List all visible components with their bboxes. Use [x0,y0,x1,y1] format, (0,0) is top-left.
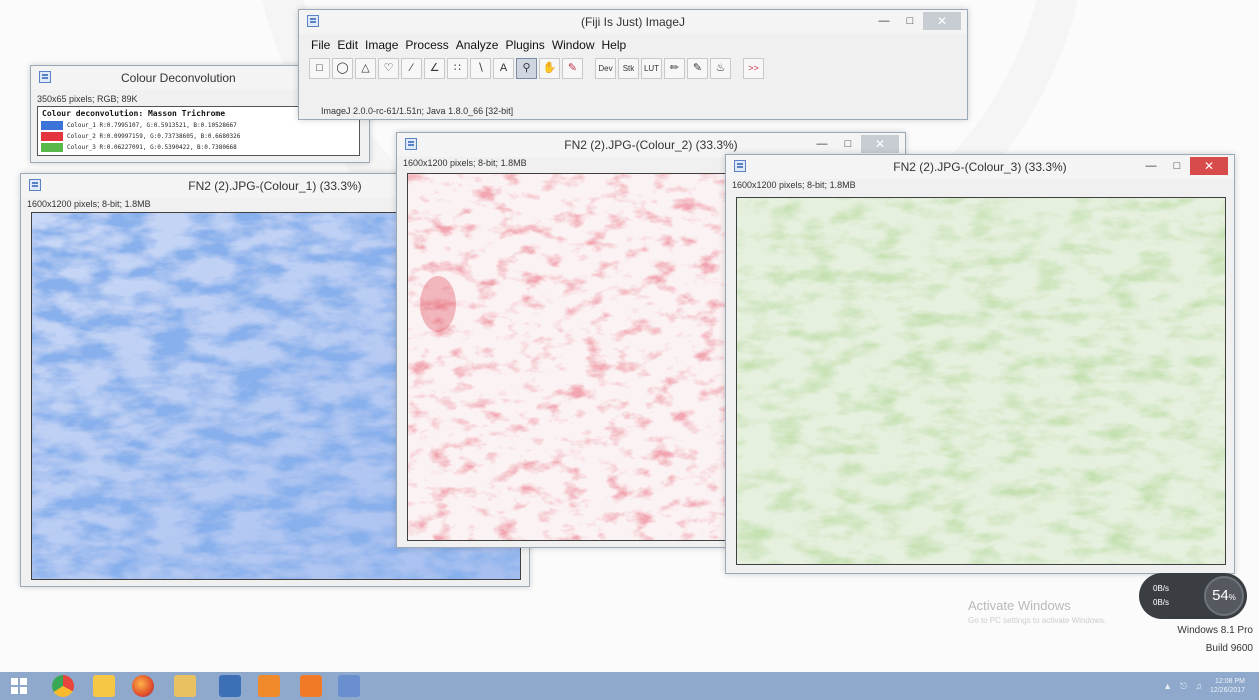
wand-tool-icon[interactable]: ∖ [470,58,491,79]
menu-analyze[interactable]: Analyze [456,38,499,52]
maximize-button[interactable]: □ [835,135,861,153]
colour3-image-canvas[interactable] [736,197,1226,565]
color-picker-tool-icon[interactable]: ✎ [562,58,583,79]
deconvolution-row-label: Colour_1 R:0.7995107, G:0.5913521, B:0.1… [67,122,237,129]
upload-rate: 0B/s [1153,584,1170,593]
oval-tool-icon[interactable]: ◯ [332,58,353,79]
system-tray: ▲ ⎋ ♫ 12:08 PM 12/26/2017 [1163,677,1245,695]
freehand-tool-icon[interactable]: ♡ [378,58,399,79]
fiji-main-window[interactable]: (Fiji Is Just) ImageJ — □ ✕ File Edit Im… [298,9,968,120]
colour3-titlebar[interactable]: FN2 (2).JPG-(Colour_3) (33.3%) — □ ✕ [726,155,1234,179]
minimize-button[interactable]: — [871,12,897,30]
fiji-window-controls: — □ ✕ [871,12,961,30]
menu-image[interactable]: Image [365,38,398,52]
colour1-image-info: 1600x1200 pixels; 8-bit; 1.8MB [27,199,151,209]
more-tools-icon[interactable]: >> [743,58,764,79]
colour3-window-controls: — □ ✕ [1138,157,1228,175]
menu-window[interactable]: Window [552,38,595,52]
deconvolution-heading: Colour deconvolution: Masson Trichrome [42,109,226,118]
taskbar: ▲ ⎋ ♫ 12:08 PM 12/26/2017 [0,672,1259,700]
activate-windows-title: Activate Windows [968,598,1071,613]
polygon-tool-icon[interactable]: △ [355,58,376,79]
menu-edit[interactable]: Edit [337,38,358,52]
clock[interactable]: 12:08 PM 12/26/2017 [1210,677,1245,695]
windows-logo [11,678,27,694]
chrome-icon[interactable] [52,675,74,697]
minimize-button[interactable]: — [1138,157,1164,175]
deconvolution-image-info: 350x65 pixels; RGB; 89K [37,94,138,104]
volume-icon[interactable]: ♫ [1195,681,1202,691]
colour3-image-info: 1600x1200 pixels; 8-bit; 1.8MB [732,180,856,190]
image-viewer-icon[interactable] [219,675,241,697]
fiji-menubar: File Edit Image Process Analyze Plugins … [311,38,626,52]
deconvolution-row: Colour_2 R:0.09997159, G:0.73738605, B:0… [41,132,240,141]
imagej-window-icon [39,71,51,83]
fiji-titlebar[interactable]: (Fiji Is Just) ImageJ — □ ✕ [299,10,967,34]
deconvolution-title: Colour Deconvolution [121,71,236,85]
menu-plugins[interactable]: Plugins [505,38,544,52]
close-button[interactable]: ✕ [1190,157,1228,175]
media-player-icon[interactable] [258,675,280,697]
colour1-swatch [41,121,63,130]
colour2-swatch [41,132,63,141]
angle-tool-icon[interactable]: ∠ [424,58,445,79]
stk-tool-icon[interactable]: Stk [618,58,639,79]
usage-unit: % [1228,593,1236,602]
lut-tool-icon[interactable]: LUT [641,58,662,79]
activate-windows-subtitle: Go to PC settings to activate Windows. [968,616,1107,625]
firefox-icon[interactable] [132,675,154,697]
fiji-taskbar-icon[interactable] [338,675,360,697]
fiji-status-bar: ImageJ 2.0.0-rc-61/1.51n; Java 1.8.0_66 … [321,106,514,116]
menu-process[interactable]: Process [405,38,448,52]
os-name: Windows 8.1 Pro [1177,625,1253,636]
windows-start-icon[interactable] [8,675,30,697]
deconvolution-row-label: Colour_3 R:0.06227091, G:0.5390422, B:0.… [67,144,237,151]
maximize-button[interactable]: □ [1164,157,1190,175]
file-explorer-icon[interactable] [93,675,115,697]
maximize-button[interactable]: □ [897,12,923,30]
deconvolution-row: Colour_1 R:0.7995107, G:0.5913521, B:0.1… [41,121,237,130]
deconvolution-row-label: Colour_2 R:0.09997159, G:0.73738605, B:0… [67,133,241,140]
colour3-image [737,198,1225,564]
dev-tool-icon[interactable]: Dev [595,58,616,79]
download-rate: 0B/s [1153,598,1170,607]
usage-gauge: 54% [1204,576,1244,616]
point-tool-icon[interactable]: ∷ [447,58,468,79]
magnifier-tool-icon[interactable]: ⚲ [516,58,537,79]
flood-fill-tool-icon[interactable]: ♨ [710,58,731,79]
desktop: FN2 (2).JPG-(Colour_1) (33.3%) 1600x1200… [0,0,1259,672]
close-button[interactable]: ✕ [861,135,899,153]
colour3-swatch [41,143,63,152]
colour3-window[interactable]: FN2 (2).JPG-(Colour_3) (33.3%) — □ ✕ 160… [725,154,1235,574]
os-build: Build 9600 [1205,643,1253,654]
colour2-window-controls: — □ ✕ [809,135,899,153]
fiji-toolbar: □ ◯ △ ♡ ∕ ∠ ∷ ∖ A ⚲ ✋ ✎ Dev Stk LUT ✏ ✎ … [309,58,764,79]
text-tool-icon[interactable]: A [493,58,514,79]
tray-arrow-icon[interactable]: ▲ [1163,681,1172,691]
os-version: Windows 8.1 Pro Build 9600 [1177,622,1253,658]
menu-help[interactable]: Help [602,38,627,52]
close-button[interactable]: ✕ [923,12,961,30]
brush-tool-icon[interactable]: ✏ [664,58,685,79]
rectangle-tool-icon[interactable]: □ [309,58,330,79]
network-icon[interactable]: ⎋ [1180,681,1187,692]
usage-value: 54 [1212,587,1229,604]
deconvolution-row: Colour_3 R:0.06227091, G:0.5390422, B:0.… [41,143,237,152]
pencil-tool-icon[interactable]: ✎ [687,58,708,79]
fiji-title: (Fiji Is Just) ImageJ [580,15,685,29]
hand-tool-icon[interactable]: ✋ [539,58,560,79]
notes-app-icon[interactable] [300,675,322,697]
folder-icon[interactable] [174,675,196,697]
network-meter-widget[interactable]: 0B/s 0B/s 54% [1139,573,1247,619]
line-tool-icon[interactable]: ∕ [401,58,422,79]
clock-time: 12:08 PM [1215,678,1245,685]
clock-date: 12/26/2017 [1209,687,1245,694]
minimize-button[interactable]: — [809,135,835,153]
colour2-image-info: 1600x1200 pixels; 8-bit; 1.8MB [403,158,527,168]
menu-file[interactable]: File [311,38,330,52]
